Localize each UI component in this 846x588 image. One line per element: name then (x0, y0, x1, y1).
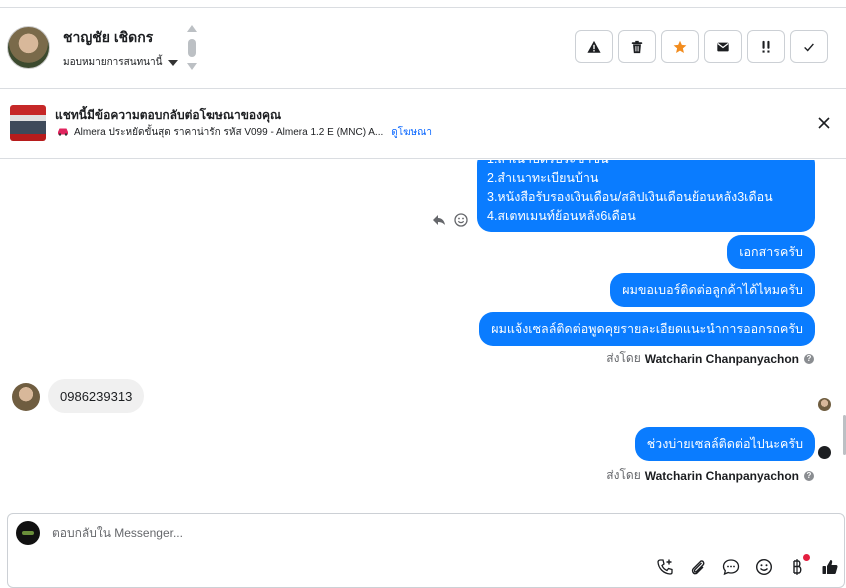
message-thread[interactable]: 1.สำเนาบัตรประชาชน 2.สำเนาทะเบียนบ้าน 3.… (0, 160, 846, 512)
like-button[interactable] (819, 556, 841, 578)
mark-done-button[interactable] (790, 30, 828, 63)
paperclip-icon (691, 560, 705, 575)
outgoing-message[interactable]: ผมแจ้งเซลล์ติดต่อพูดคุยรายละเอียดแนะนำกา… (479, 312, 815, 346)
attach-button[interactable] (687, 556, 709, 578)
chevron-down-icon[interactable] (187, 63, 197, 70)
saved-reply-button[interactable] (720, 556, 742, 578)
composer-tools (654, 554, 846, 578)
help-icon[interactable]: ? (804, 470, 814, 481)
message-line: 4.สเตทเมนท์ย้อนหลัง6เดือน (487, 209, 636, 223)
sender-name: Watcharin Chanpanyachon (644, 351, 799, 366)
star-icon (673, 40, 687, 53)
payment-button[interactable] (786, 554, 810, 578)
view-ad-link[interactable]: ดูโฆษณา (391, 125, 432, 140)
trash-icon (631, 40, 643, 53)
reply-input[interactable] (52, 526, 652, 540)
sent-by-prefix: ส่งโดย (606, 351, 641, 365)
contact-name[interactable]: ชาญชัย เชิดกร (63, 27, 153, 49)
follow-up-button[interactable] (747, 30, 785, 63)
emoji-button[interactable] (753, 556, 775, 578)
saved-reply-icon (722, 559, 740, 576)
thumbs-up-icon (822, 560, 838, 574)
warning-icon (587, 40, 601, 53)
baht-icon (793, 559, 802, 575)
outgoing-message[interactable]: ผมขอเบอร์ติดต่อลูกค้าได้ไหมครับ (610, 273, 815, 307)
call-add-button[interactable] (654, 556, 676, 578)
chevron-up-icon[interactable] (187, 25, 197, 32)
outgoing-message[interactable]: เอกสารครับ (727, 235, 815, 269)
reply-composer (7, 513, 845, 588)
spam-button[interactable] (575, 30, 613, 63)
sent-by-label: ส่งโดย Watcharin Chanpanyachon ? (606, 349, 814, 368)
incoming-message[interactable]: 0986239313 (48, 379, 145, 413)
assign-conversation[interactable]: มอบหมายการสนทนานี้ (63, 55, 179, 70)
assign-label: มอบหมายการสนทนานี้ (63, 57, 163, 68)
header-scroll-control[interactable] (187, 25, 197, 71)
notification-dot (803, 554, 810, 561)
top-border (0, 0, 846, 8)
seen-avatar (818, 398, 831, 411)
star-button[interactable] (661, 30, 699, 63)
ad-description: Almera ประหยัดขั้นสุด ราคาน่ารัก รหัส V0… (74, 127, 384, 138)
contact-avatar[interactable] (7, 26, 50, 69)
help-icon[interactable]: ? (804, 353, 814, 364)
delete-button[interactable] (618, 30, 656, 63)
call-add-icon (657, 559, 673, 575)
message-actions (431, 212, 475, 228)
check-icon (804, 42, 814, 52)
message-line: 2.สำเนาทะเบียนบ้าน (487, 171, 599, 185)
outgoing-message[interactable]: ช่วงบ่ายเซลล์ติดต่อไปนะครับ (634, 427, 815, 461)
ad-reply-banner: แชทนี้มีข้อความตอบกลับต่อโฆษณาของคุณ Alm… (0, 90, 846, 159)
ad-banner-subtitle: Almera ประหยัดขั้นสุด ราคาน่ารัก รหัส V0… (57, 125, 432, 140)
car-icon (57, 127, 69, 139)
seen-avatar (818, 446, 831, 459)
outgoing-message-documents-list[interactable]: 1.สำเนาบัตรประชาชน 2.สำเนาทะเบียนบ้าน 3.… (477, 160, 815, 232)
page-avatar (16, 521, 40, 545)
header-actions (575, 30, 833, 63)
sent-by-prefix: ส่งโดย (606, 468, 641, 482)
conversation-header: ชาญชัย เชิดกร มอบหมายการสนทนานี้ (0, 9, 846, 89)
envelope-icon (717, 42, 729, 51)
sender-name: Watcharin Chanpanyachon (644, 468, 799, 483)
contact-avatar-small[interactable] (12, 383, 40, 411)
reply-icon[interactable] (431, 212, 447, 228)
mark-unread-button[interactable] (704, 30, 742, 63)
message-line: 3.หนังสือรับรองเงินเดือน/สลิปเงินเดือนย้… (487, 190, 773, 204)
emoji-reaction-icon[interactable] (453, 212, 469, 228)
message-line: 1.สำเนาบัตรประชาชน (487, 160, 805, 169)
scroll-thumb[interactable] (188, 39, 196, 57)
sent-by-label: ส่งโดย Watcharin Chanpanyachon ? (606, 466, 814, 485)
chevron-down-icon (168, 59, 179, 66)
follow-up-icon (762, 40, 770, 53)
close-icon[interactable] (817, 116, 831, 130)
ad-thumbnail[interactable] (10, 105, 46, 141)
ad-banner-title: แชทนี้มีข้อความตอบกลับต่อโฆษณาของคุณ (55, 108, 282, 122)
emoji-icon (755, 558, 773, 576)
